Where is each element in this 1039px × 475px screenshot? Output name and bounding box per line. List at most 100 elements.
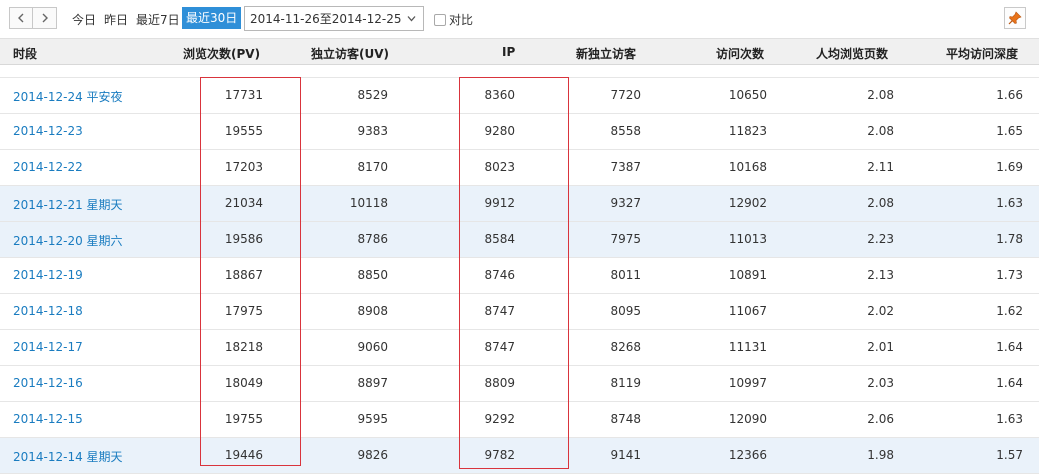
chevron-right-icon bbox=[42, 13, 48, 23]
period-link[interactable]: 2014-12-21 星期天 bbox=[13, 196, 123, 213]
new-uv-value: 7720 bbox=[610, 88, 641, 102]
visits-value: 12090 bbox=[728, 412, 767, 426]
new-uv-value: 8268 bbox=[610, 340, 641, 354]
visits-value: 10168 bbox=[728, 160, 767, 174]
pin-button[interactable] bbox=[1004, 7, 1026, 29]
next-period-button[interactable] bbox=[33, 7, 57, 29]
new-uv-value: 9141 bbox=[610, 448, 641, 462]
table-row: 2014-12-23 19555 9383 9280 8558 11823 2.… bbox=[0, 114, 1039, 150]
col-header-visits[interactable]: 访问次数 bbox=[716, 45, 764, 62]
ip-value: 8747 bbox=[484, 340, 515, 354]
visits-value: 12902 bbox=[728, 196, 767, 210]
pv-value: 19755 bbox=[224, 412, 263, 426]
new-uv-value: 8558 bbox=[610, 124, 641, 138]
pin-icon bbox=[1008, 11, 1022, 25]
compare-label: 对比 bbox=[449, 13, 474, 27]
period-link[interactable]: 2014-12-18 bbox=[13, 304, 83, 318]
period-link[interactable]: 2014-12-20 星期六 bbox=[13, 232, 123, 249]
uv-value: 8786 bbox=[357, 232, 388, 246]
table-header: 时段 浏览次数(PV) 独立访客(UV) IP 新独立访客 访问次数 人均浏览页… bbox=[0, 38, 1039, 65]
pages-per-visitor-value: 2.08 bbox=[867, 196, 894, 210]
col-header-uv[interactable]: 独立访客(UV) bbox=[311, 45, 389, 62]
quick-range-30-days-active[interactable]: 最近30日 bbox=[182, 7, 242, 29]
compare-toggle[interactable]: 对比 bbox=[434, 11, 473, 28]
visits-value: 11013 bbox=[728, 232, 767, 246]
col-header-avg-depth[interactable]: 平均访问深度 bbox=[946, 45, 1018, 62]
table-row: 2014-12-19 18867 8850 8746 8011 10891 2.… bbox=[0, 258, 1039, 294]
checkbox-icon[interactable] bbox=[434, 13, 446, 26]
pages-per-visitor-value: 2.13 bbox=[867, 268, 894, 282]
ip-value: 8584 bbox=[484, 232, 515, 246]
new-uv-value: 7387 bbox=[610, 160, 641, 174]
pages-per-visitor-value: 2.01 bbox=[867, 340, 894, 354]
ip-value: 9292 bbox=[484, 412, 515, 426]
ip-value: 9280 bbox=[484, 124, 515, 138]
avg-depth-value: 1.73 bbox=[996, 268, 1023, 282]
pages-per-visitor-value: 2.11 bbox=[867, 160, 894, 174]
avg-depth-value: 1.64 bbox=[996, 340, 1023, 354]
avg-depth-value: 1.57 bbox=[996, 448, 1023, 462]
pages-per-visitor-value: 2.08 bbox=[867, 88, 894, 102]
calendar-caret-icon bbox=[407, 16, 416, 22]
table-row: 2014-12-21 星期天 21034 10118 9912 9327 129… bbox=[0, 186, 1039, 222]
ip-value: 8747 bbox=[484, 304, 515, 318]
quick-range-today[interactable]: 今日 bbox=[72, 11, 96, 28]
avg-depth-value: 1.63 bbox=[996, 412, 1023, 426]
period-link[interactable]: 2014-12-15 bbox=[13, 412, 83, 426]
pv-value: 18218 bbox=[224, 340, 263, 354]
col-header-period[interactable]: 时段 bbox=[13, 45, 37, 62]
new-uv-value: 8119 bbox=[610, 376, 641, 390]
table-row: 2014-12-22 17203 8170 8023 7387 10168 2.… bbox=[0, 150, 1039, 186]
period-link[interactable]: 2014-12-23 bbox=[13, 124, 83, 138]
pv-value: 19446 bbox=[224, 448, 263, 462]
uv-value: 9595 bbox=[357, 412, 388, 426]
quick-range-yesterday[interactable]: 昨日 bbox=[104, 11, 128, 28]
col-header-pv[interactable]: 浏览次数(PV) bbox=[183, 45, 260, 62]
pv-value: 18049 bbox=[224, 376, 263, 390]
table-spacer bbox=[0, 65, 1039, 78]
col-header-pages-per-visitor[interactable]: 人均浏览页数 bbox=[816, 45, 888, 62]
visits-value: 10891 bbox=[728, 268, 767, 282]
visits-value: 11131 bbox=[728, 340, 767, 354]
period-link[interactable]: 2014-12-16 bbox=[13, 376, 83, 390]
period-link[interactable]: 2014-12-14 星期天 bbox=[13, 448, 123, 465]
pv-value: 17731 bbox=[224, 88, 263, 102]
new-uv-value: 8748 bbox=[610, 412, 641, 426]
pv-value: 17975 bbox=[224, 304, 263, 318]
avg-depth-value: 1.65 bbox=[996, 124, 1023, 138]
avg-depth-value: 1.78 bbox=[996, 232, 1023, 246]
date-range-picker[interactable]: 2014-11-26至2014-12-25 bbox=[244, 6, 424, 31]
filter-toolbar: 今日 昨日 最近7日 最近30日 2014-11-26至2014-12-25 对… bbox=[0, 0, 1039, 38]
pages-per-visitor-value: 2.03 bbox=[867, 376, 894, 390]
col-header-new-uv[interactable]: 新独立访客 bbox=[576, 45, 636, 62]
uv-value: 9826 bbox=[357, 448, 388, 462]
period-link[interactable]: 2014-12-17 bbox=[13, 340, 83, 354]
table-row: 2014-12-20 星期六 19586 8786 8584 7975 1101… bbox=[0, 222, 1039, 258]
period-link[interactable]: 2014-12-24 平安夜 bbox=[13, 88, 123, 105]
pages-per-visitor-value: 2.06 bbox=[867, 412, 894, 426]
table-row: 2014-12-14 星期天 19446 9826 9782 9141 1236… bbox=[0, 438, 1039, 474]
pages-per-visitor-value: 2.02 bbox=[867, 304, 894, 318]
period-link[interactable]: 2014-12-19 bbox=[13, 268, 83, 282]
col-header-ip[interactable]: IP bbox=[502, 45, 515, 59]
period-link[interactable]: 2014-12-22 bbox=[13, 160, 83, 174]
new-uv-value: 8011 bbox=[610, 268, 641, 282]
visits-value: 12366 bbox=[728, 448, 767, 462]
avg-depth-value: 1.64 bbox=[996, 376, 1023, 390]
pv-value: 18867 bbox=[224, 268, 263, 282]
ip-value: 9912 bbox=[484, 196, 515, 210]
pv-value: 17203 bbox=[224, 160, 263, 174]
table-row: 2014-12-24 平安夜 17731 8529 8360 7720 1065… bbox=[0, 78, 1039, 114]
uv-value: 8897 bbox=[357, 376, 388, 390]
new-uv-value: 9327 bbox=[610, 196, 641, 210]
uv-value: 8529 bbox=[357, 88, 388, 102]
quick-range-7-days[interactable]: 最近7日 bbox=[136, 11, 180, 28]
pages-per-visitor-value: 2.08 bbox=[867, 124, 894, 138]
table-row: 2014-12-18 17975 8908 8747 8095 11067 2.… bbox=[0, 294, 1039, 330]
pv-value: 19555 bbox=[224, 124, 263, 138]
uv-value: 8170 bbox=[357, 160, 388, 174]
visits-value: 11067 bbox=[728, 304, 767, 318]
pages-per-visitor-value: 1.98 bbox=[867, 448, 894, 462]
table-row: 2014-12-16 18049 8897 8809 8119 10997 2.… bbox=[0, 366, 1039, 402]
prev-period-button[interactable] bbox=[9, 7, 33, 29]
